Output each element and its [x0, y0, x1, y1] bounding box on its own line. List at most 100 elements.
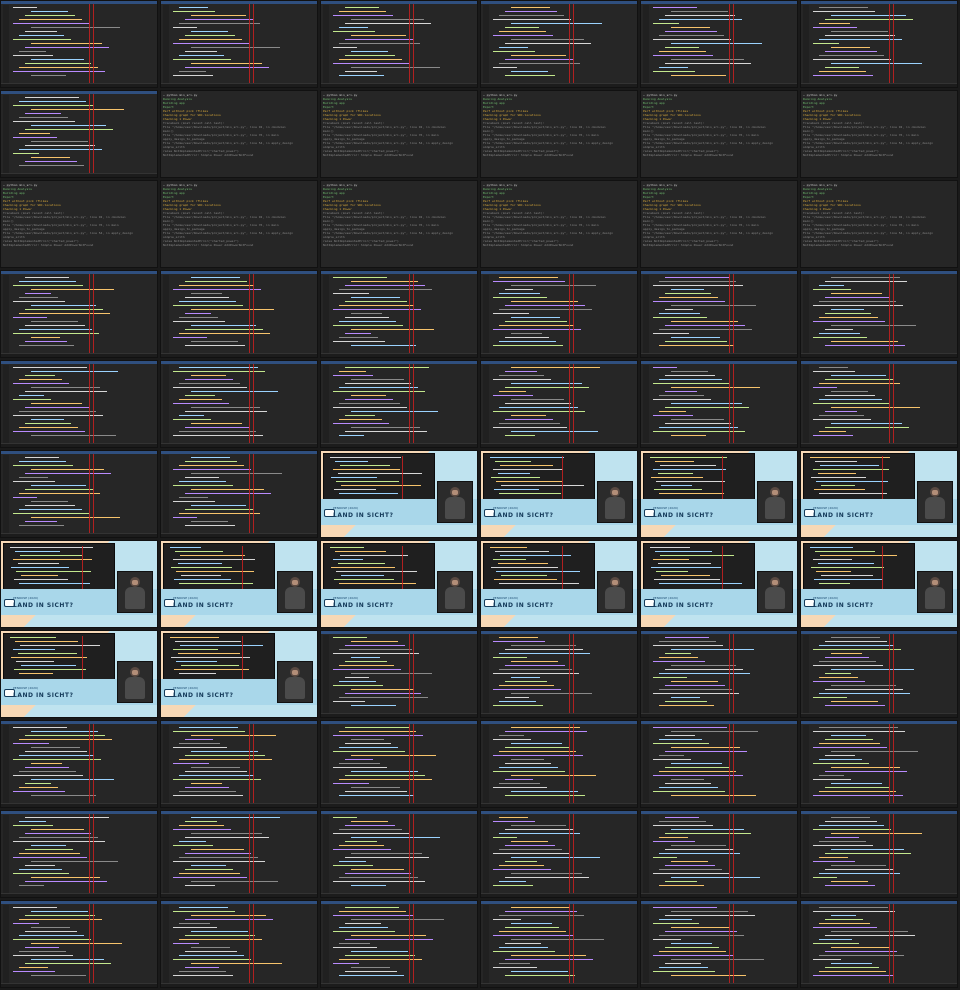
code-line: [671, 731, 758, 732]
line-number-gutter: [483, 905, 489, 983]
code-line: [173, 485, 233, 486]
code-line: [819, 775, 844, 776]
line-number-gutter: [803, 635, 809, 713]
editor-tabbar: [801, 721, 957, 724]
video-frame-tile: [480, 720, 638, 808]
code-line: [493, 657, 527, 658]
code-line: [825, 19, 913, 20]
code-line: [831, 915, 856, 916]
code-line: [179, 301, 236, 302]
code-line: [505, 321, 567, 322]
presentation-slide: PENROSE (2020) LAND IN SICHT?: [161, 631, 317, 717]
code-line: [505, 829, 573, 830]
code-line: [511, 317, 560, 318]
code-line: [351, 771, 418, 772]
code-line: [13, 71, 105, 72]
code-line: [653, 907, 717, 908]
editor-statusbar: [321, 803, 477, 807]
editor-tabbar: [161, 271, 317, 274]
code-line: [173, 943, 199, 944]
code-line: [505, 371, 537, 372]
code-line: [825, 51, 877, 52]
code-line: [819, 71, 866, 72]
code-line: [19, 133, 50, 134]
editor-tabbar: [161, 451, 317, 454]
code-line: [339, 59, 402, 60]
code-line: [13, 55, 53, 56]
code-line: [659, 689, 732, 690]
code-line: [25, 309, 103, 310]
code-line: [831, 865, 886, 866]
code-line: [825, 771, 907, 772]
video-frame-tile: ~ python min_sri.py Running Analysis Build…: [320, 90, 478, 178]
code-line: [659, 837, 688, 838]
code-line: [511, 743, 562, 744]
column-ruler: [413, 634, 414, 714]
code-line: [333, 685, 383, 686]
code-line: [511, 399, 564, 400]
column-ruler: [253, 814, 254, 894]
column-ruler: [93, 4, 94, 84]
code-line: [19, 35, 64, 36]
code-line: [345, 857, 429, 858]
terminal-row: File "/home/user/Downloads/project/min_s…: [643, 231, 774, 235]
code-line: [499, 701, 536, 702]
editor-tabbar: [641, 271, 797, 274]
slide-title: LAND IN SICHT?: [813, 512, 874, 519]
editor-tabbar: [641, 811, 797, 814]
column-ruler: [82, 636, 83, 682]
code-line: [505, 419, 553, 420]
presentation-slide: PENROSE (2020) LAND IN SICHT?: [1, 631, 157, 717]
column-ruler: [253, 364, 254, 444]
code-line: [19, 313, 110, 314]
code-line: [333, 63, 409, 64]
editor-statusbar: [481, 83, 637, 87]
video-frame-tile: [320, 810, 478, 898]
terminal-row: NotImplementedError: Simple Power AddPow…: [163, 153, 254, 157]
code-line: [813, 665, 883, 666]
code-line: [831, 15, 906, 16]
video-frame-tile: ~ python min_sri.py Running Analysis Build…: [800, 90, 958, 178]
code-line: [13, 825, 53, 826]
column-ruler: [409, 634, 410, 714]
code-line: [810, 547, 853, 548]
code-line: [819, 317, 878, 318]
code-line: [831, 701, 878, 702]
code-line: [25, 63, 91, 64]
editor-tabbar: [481, 271, 637, 274]
terminal-output: ~ python min_sri.py Running Analysis Build…: [161, 181, 317, 267]
code-line: [671, 43, 762, 44]
code-line: [653, 55, 713, 56]
code-line: [825, 329, 853, 330]
code-line: [31, 779, 114, 780]
code-line: [653, 415, 693, 416]
editor-statusbar: [801, 983, 957, 987]
code-line: [825, 297, 889, 298]
terminal-output: ~ python min_sri.py Running Analysis Build…: [801, 181, 957, 267]
code-line: [665, 309, 693, 310]
embedded-code-window: [643, 453, 755, 505]
code-line: [13, 121, 75, 122]
column-ruler: [249, 454, 250, 534]
code-line: [31, 861, 118, 862]
column-ruler: [889, 904, 890, 984]
code-line: [505, 337, 549, 338]
code-line: [493, 329, 581, 330]
code-line: [499, 849, 562, 850]
code-line: [339, 747, 398, 748]
editor-tabbar: [321, 1, 477, 4]
code-line: [339, 829, 402, 830]
presentation-slide: PENROSE (2020) LAND IN SICHT?: [641, 451, 797, 537]
code-line: [816, 571, 851, 572]
code-line: [654, 579, 720, 580]
code-line: [825, 935, 915, 936]
column-ruler: [89, 94, 90, 174]
code-line: [345, 431, 427, 432]
speaker-video: [437, 571, 473, 613]
code-line: [671, 649, 754, 650]
code-line: [15, 641, 78, 642]
code-line: [659, 853, 740, 854]
code-line: [505, 435, 535, 436]
editor-tabbar: [801, 901, 957, 904]
code-line: [333, 559, 363, 560]
